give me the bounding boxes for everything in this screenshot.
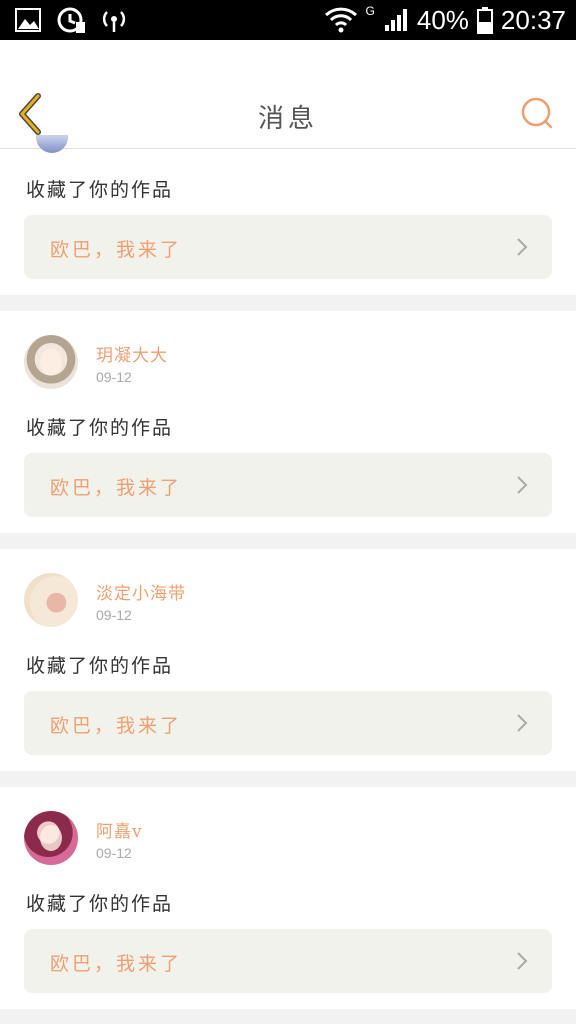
top-bar: 消息 bbox=[0, 40, 576, 149]
work-title: 欧巴，我来了 bbox=[50, 239, 183, 261]
work-title: 欧巴，我来了 bbox=[50, 953, 183, 975]
timestamp: 09-12 bbox=[96, 607, 132, 623]
battery-icon bbox=[476, 7, 493, 34]
message-card[interactable]: 收藏了你的作品 欧巴，我来了 bbox=[0, 135, 576, 295]
work-preview[interactable]: 欧巴，我来了 bbox=[24, 453, 552, 517]
wifi-icon bbox=[324, 7, 357, 33]
message-list[interactable]: 收藏了你的作品 欧巴，我来了 玥凝大大 09-12 收藏了你的作品 欧巴，我来了… bbox=[0, 135, 576, 1009]
chevron-right-icon bbox=[517, 238, 528, 256]
chevron-right-icon bbox=[517, 714, 528, 732]
message-card[interactable]: 阿嚞v 09-12 收藏了你的作品 欧巴，我来了 bbox=[0, 787, 576, 1009]
status-bar: G 40% 20:37 bbox=[0, 0, 576, 40]
search-icon[interactable] bbox=[520, 96, 554, 130]
status-left-icons bbox=[14, 6, 128, 34]
message-card[interactable]: 玥凝大大 09-12 收藏了你的作品 欧巴，我来了 bbox=[0, 311, 576, 533]
avatar[interactable] bbox=[24, 811, 78, 865]
battery-percent: 40% bbox=[416, 4, 469, 35]
username[interactable]: 玥凝大大 bbox=[96, 341, 168, 366]
chevron-right-icon bbox=[517, 952, 528, 970]
timestamp: 09-12 bbox=[96, 369, 132, 385]
work-title: 欧巴，我来了 bbox=[50, 715, 183, 737]
avatar[interactable] bbox=[36, 135, 68, 153]
gallery-icon bbox=[15, 8, 41, 32]
work-preview[interactable]: 欧巴，我来了 bbox=[24, 929, 552, 993]
timestamp: 09-12 bbox=[96, 845, 132, 861]
status-right-icons: G 40% 20:37 bbox=[324, 0, 566, 40]
action-text: 收藏了你的作品 bbox=[26, 655, 174, 677]
username[interactable]: 阿嚞v bbox=[96, 817, 143, 842]
clock: 20:37 bbox=[500, 4, 566, 35]
network-type: G bbox=[365, 4, 375, 18]
action-text: 收藏了你的作品 bbox=[26, 179, 174, 201]
action-text: 收藏了你的作品 bbox=[26, 417, 174, 439]
chevron-right-icon bbox=[517, 476, 528, 494]
signal-icon bbox=[384, 9, 407, 31]
avatar[interactable] bbox=[24, 573, 78, 627]
hotspot-icon bbox=[102, 11, 126, 32]
work-preview[interactable]: 欧巴，我来了 bbox=[24, 691, 552, 755]
action-text: 收藏了你的作品 bbox=[26, 893, 174, 915]
work-title: 欧巴，我来了 bbox=[50, 477, 183, 499]
page-title: 消息 bbox=[257, 104, 318, 134]
work-preview[interactable]: 欧巴，我来了 bbox=[24, 215, 552, 279]
sync-icon bbox=[57, 7, 85, 33]
username[interactable]: 淡定小海带 bbox=[96, 579, 186, 604]
message-card[interactable]: 淡定小海带 09-12 收藏了你的作品 欧巴，我来了 bbox=[0, 549, 576, 771]
avatar[interactable] bbox=[24, 335, 78, 389]
